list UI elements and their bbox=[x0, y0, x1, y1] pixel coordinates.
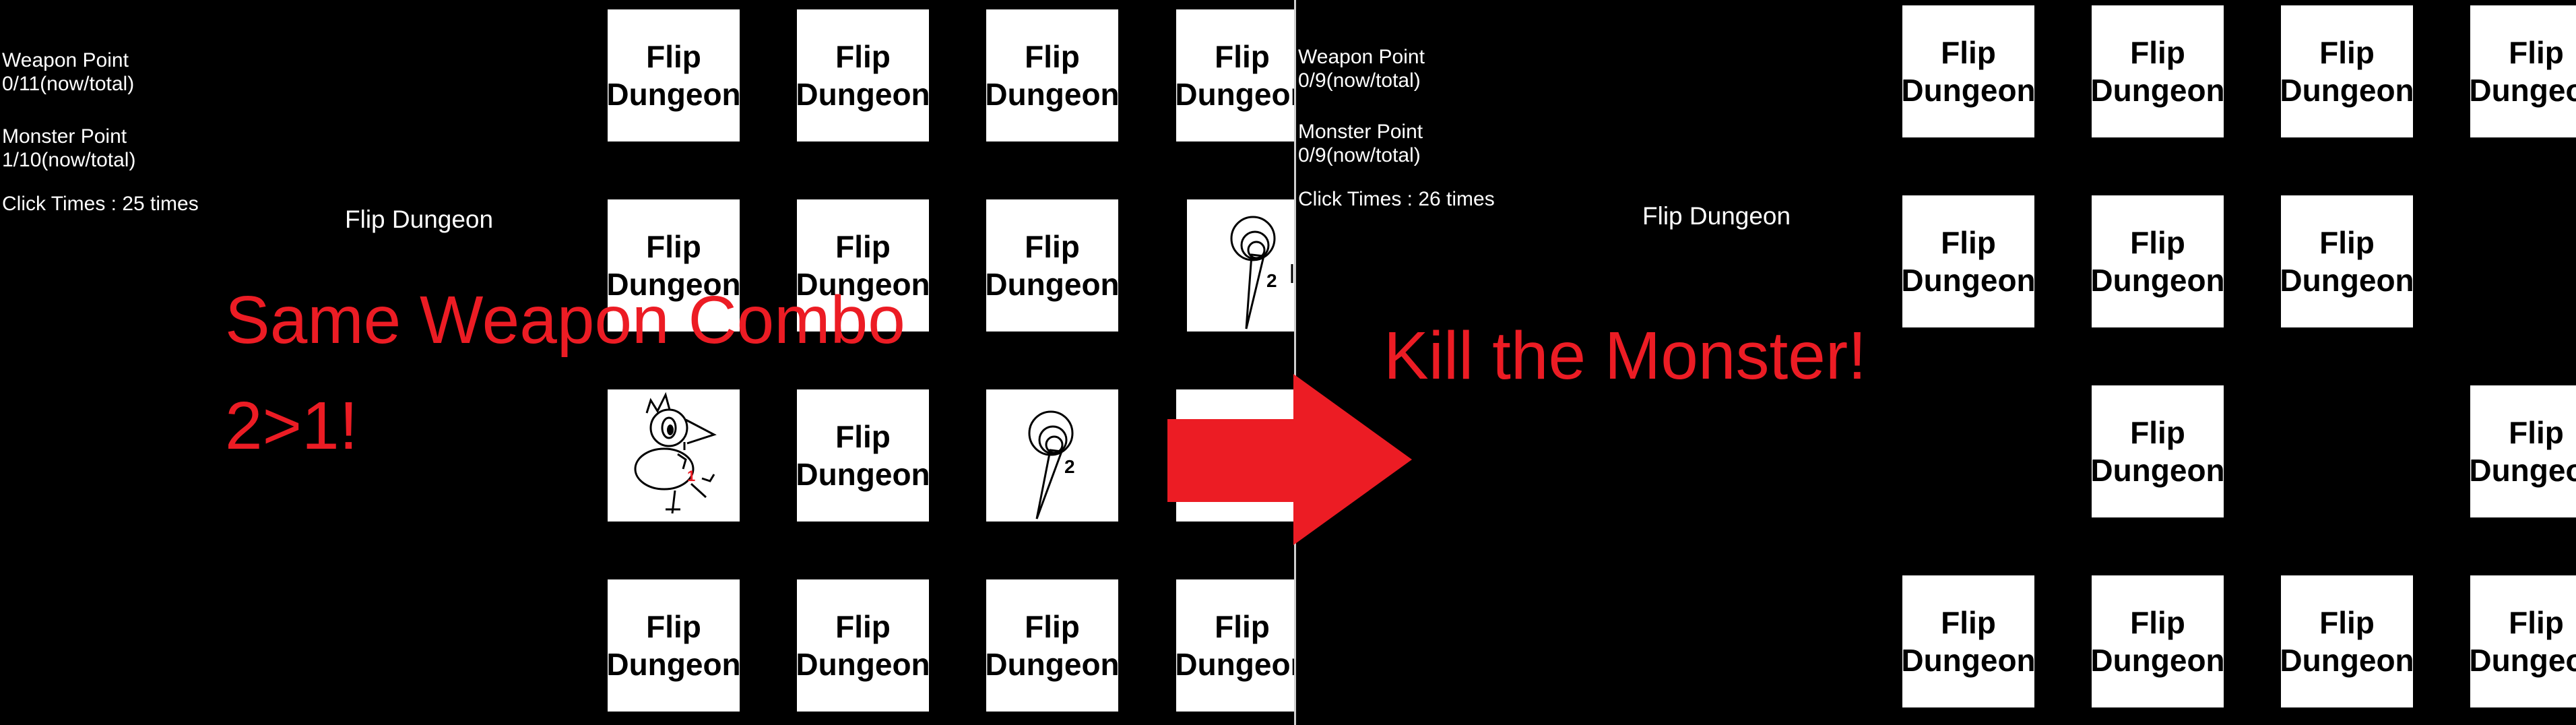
card-facedown[interactable]: FlipDungeon bbox=[1902, 5, 2034, 137]
monster-level: 1 bbox=[687, 468, 695, 484]
card-monster[interactable]: 1 bbox=[608, 389, 740, 522]
card-facedown[interactable]: FlipDungeon bbox=[2281, 195, 2413, 327]
monster-point-label: Monster Point bbox=[2, 125, 127, 148]
card-facedown[interactable]: FlipDungeon bbox=[2470, 5, 2576, 137]
card-facedown[interactable]: FlipDungeon bbox=[2281, 5, 2413, 137]
game-title: Flip Dungeon bbox=[1642, 202, 1791, 230]
card-facedown[interactable]: FlipDungeon bbox=[986, 579, 1118, 712]
card-facedown[interactable]: FlipDungeon bbox=[797, 9, 929, 141]
card-weapon[interactable]: 2 bbox=[986, 389, 1118, 522]
card-facedown[interactable]: FlipDungeon bbox=[986, 199, 1118, 332]
bird-monster-icon: 1 bbox=[634, 391, 717, 514]
card-facedown[interactable]: FlipDungeon bbox=[608, 579, 740, 712]
card-facedown[interactable]: FlipDungeon bbox=[2092, 195, 2224, 327]
game-title: Flip Dungeon bbox=[345, 206, 494, 233]
card-facedown[interactable]: FlipDungeon bbox=[2470, 575, 2576, 707]
click-times: Click Times : 25 times bbox=[2, 193, 199, 215]
panel-before: Weapon Point 0/11(now/total) Monster Poi… bbox=[0, 0, 1294, 725]
weapon-point-label: Weapon Point bbox=[1298, 46, 1425, 68]
right-arrow-icon bbox=[1167, 374, 1412, 545]
card-facedown[interactable]: FlipDungeon bbox=[2281, 575, 2413, 707]
monster-point-value: 1/10(now/total) bbox=[2, 149, 136, 171]
card-facedown[interactable]: FlipDungeon bbox=[2092, 575, 2224, 707]
combo-annotation-line1: Same Weapon Combo bbox=[225, 282, 905, 358]
monster-point-value: 0/9(now/total) bbox=[1298, 144, 1421, 166]
sword-icon: 2 bbox=[1028, 410, 1075, 519]
monster-point-label: Monster Point bbox=[1298, 121, 1423, 143]
card-facedown[interactable]: FlipDungeon bbox=[797, 389, 929, 522]
card-facedown[interactable]: FlipDungeon bbox=[1176, 9, 1294, 141]
weapon-level: 2 bbox=[1266, 270, 1277, 291]
card-facedown[interactable]: FlipDungeon bbox=[2092, 385, 2224, 517]
kill-annotation: Kill the Monster! bbox=[1384, 318, 1867, 393]
sword-icon: 2 bbox=[1230, 216, 1293, 329]
card-facedown[interactable]: FlipDungeon bbox=[986, 9, 1118, 141]
card-facedown[interactable]: FlipDungeon bbox=[608, 9, 740, 141]
panel-after: Weapon Point 0/9(now/total) Monster Poin… bbox=[1296, 0, 2576, 725]
weapon-point-label: Weapon Point bbox=[2, 49, 129, 71]
card-facedown[interactable]: FlipDungeon bbox=[2470, 385, 2576, 517]
card-weapon[interactable]: 2 bbox=[1187, 199, 1294, 332]
combo-annotation-line2: 2>1! bbox=[225, 388, 358, 464]
card-facedown[interactable]: FlipDungeon bbox=[2092, 5, 2224, 137]
card-facedown[interactable]: FlipDungeon bbox=[1176, 579, 1294, 712]
weapon-point-value: 0/11(now/total) bbox=[2, 73, 135, 95]
card-facedown[interactable]: FlipDungeon bbox=[797, 579, 929, 712]
click-times: Click Times : 26 times bbox=[1298, 188, 1495, 210]
weapon-point-value: 0/9(now/total) bbox=[1298, 69, 1421, 92]
weapon-level: 2 bbox=[1064, 456, 1075, 477]
card-facedown[interactable]: FlipDungeon bbox=[1902, 575, 2034, 707]
card-facedown[interactable]: FlipDungeon bbox=[1902, 195, 2034, 327]
